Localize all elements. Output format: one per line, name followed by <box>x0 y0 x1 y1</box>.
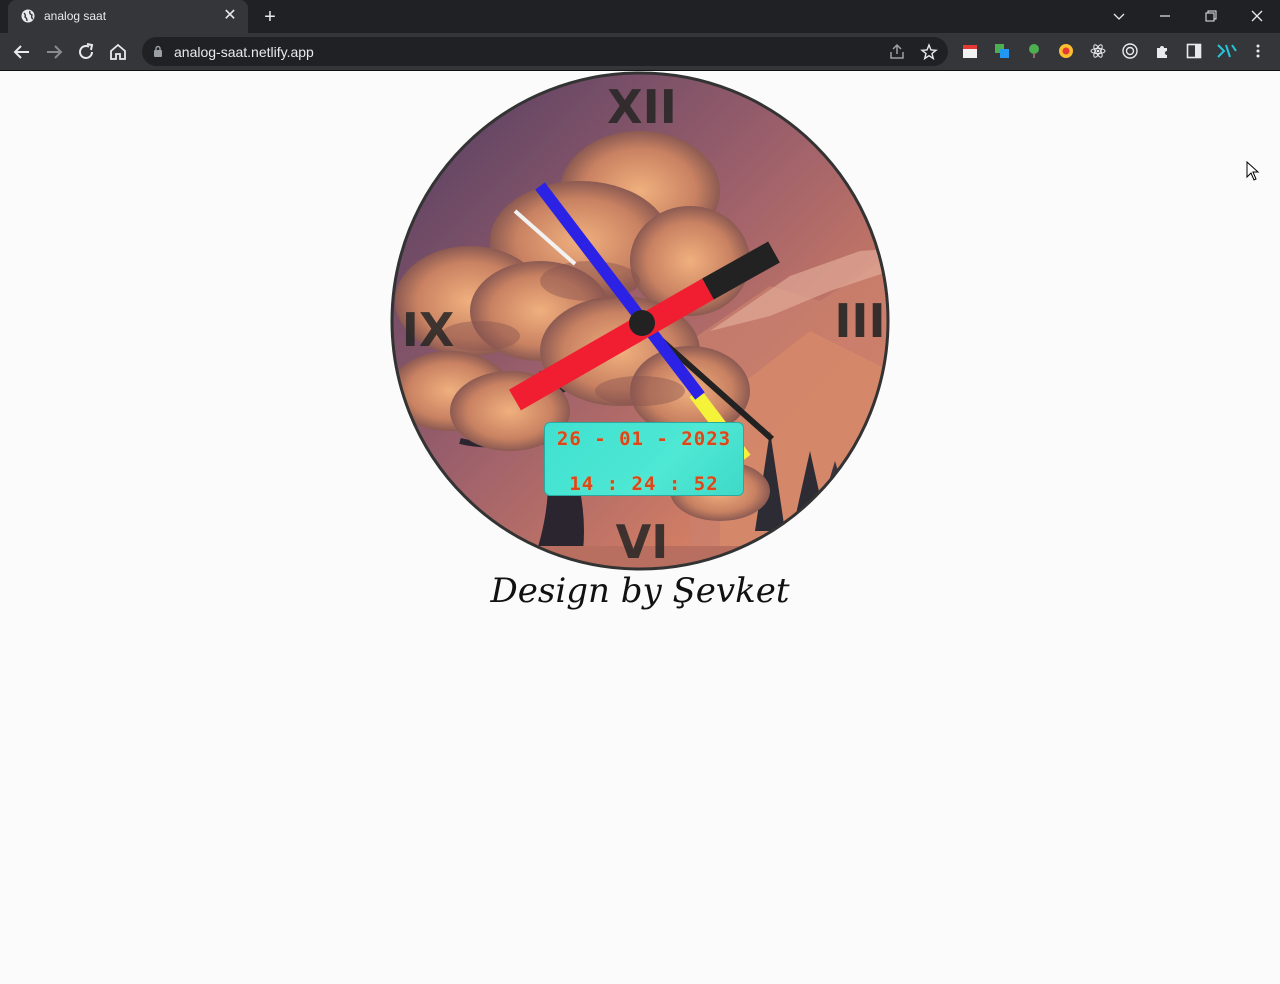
date-text: 26 - 01 - 2023 <box>556 428 732 450</box>
numeral-three: III <box>834 294 885 348</box>
close-icon[interactable]: ✕ <box>222 8 238 24</box>
page-content: XII III VI IX 26 - 01 - 2023 14 : 24 : 5… <box>0 71 1280 984</box>
numeral-twelve: XII <box>607 80 677 134</box>
tab-title: analog saat <box>44 9 107 23</box>
chevron-down-icon[interactable] <box>1096 0 1142 33</box>
numeral-nine: IX <box>402 303 455 357</box>
react-devtools-icon[interactable] <box>1090 43 1106 59</box>
restore-icon[interactable] <box>1188 0 1234 33</box>
target-extension-icon[interactable] <box>1122 43 1138 59</box>
address-bar[interactable]: analog-saat.netlify.app <box>142 37 948 66</box>
share-icon[interactable] <box>888 43 906 61</box>
reload-icon[interactable] <box>74 40 98 64</box>
numeral-six: VI <box>616 515 669 569</box>
arrow-right-icon[interactable] <box>42 40 66 64</box>
browser-toolbar: analog-saat.netlify.app <box>0 33 1280 71</box>
color-extension-icon[interactable] <box>1058 43 1074 59</box>
minimize-icon[interactable] <box>1142 0 1188 33</box>
time-text: 14 : 24 : 52 <box>569 473 719 495</box>
tree-extension-icon[interactable] <box>1026 43 1042 59</box>
puzzle-icon[interactable] <box>1154 43 1170 59</box>
lock-icon[interactable] <box>153 45 163 57</box>
profile-avatar-icon[interactable] <box>1216 43 1238 59</box>
browser-tab[interactable]: analog saat ✕ <box>8 0 248 33</box>
translate-extension-icon[interactable] <box>994 43 1010 59</box>
design-credit: Design by Şevket <box>490 571 790 611</box>
close-window-icon[interactable] <box>1234 0 1280 33</box>
calendar-extension-icon[interactable] <box>962 43 978 59</box>
browser-titlebar: analog saat ✕ + <box>0 0 1280 33</box>
digital-display: 26 - 01 - 2023 14 : 24 : 52 <box>544 422 744 496</box>
star-icon[interactable] <box>920 43 938 61</box>
plus-icon[interactable]: + <box>258 6 282 28</box>
analog-clock: XII III VI IX <box>390 71 890 571</box>
mouse-cursor-icon <box>1246 161 1260 181</box>
home-icon[interactable] <box>106 40 130 64</box>
clock-center-pin <box>629 310 655 336</box>
side-panel-icon[interactable] <box>1186 43 1202 59</box>
globe-icon <box>21 9 35 23</box>
kebab-menu-icon[interactable] <box>1250 43 1266 59</box>
arrow-left-icon[interactable] <box>10 40 34 64</box>
url-text: analog-saat.netlify.app <box>174 44 314 60</box>
